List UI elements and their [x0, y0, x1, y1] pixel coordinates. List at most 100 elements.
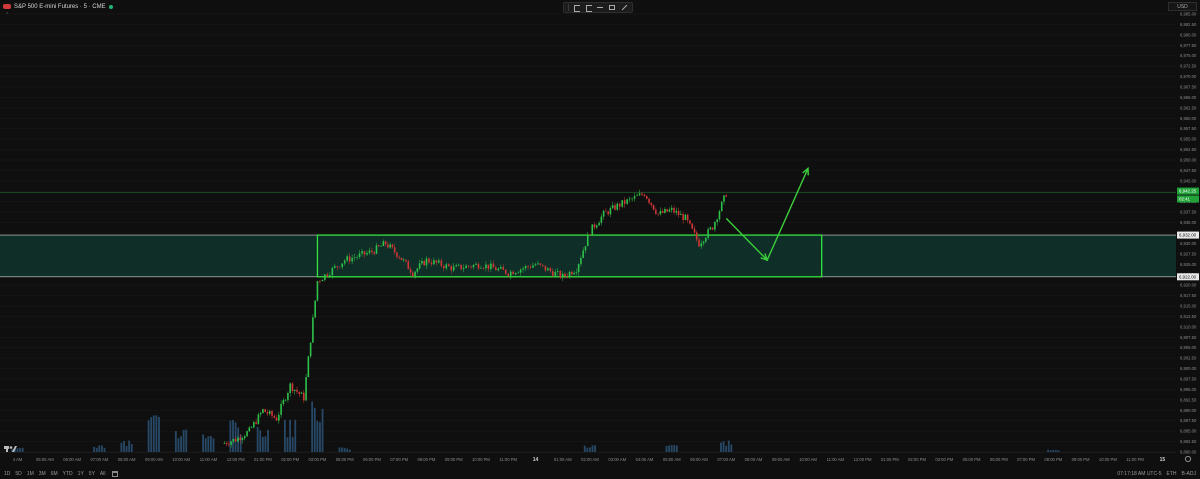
volume-bar — [594, 445, 596, 452]
chart-canvas[interactable]: 6,985.006,982.506,980.006,977.506,975.00… — [0, 0, 1200, 479]
candle-body — [309, 342, 312, 357]
currency-selector[interactable]: USD — [1168, 2, 1197, 11]
volume-bar — [267, 429, 269, 452]
candle-body — [467, 265, 470, 267]
candle-body — [341, 263, 344, 268]
symbol-info[interactable]: S&P 500 E-mini Futures · 5 · CME — [3, 2, 113, 11]
candle-body — [472, 264, 475, 268]
volume-bar — [152, 415, 155, 452]
time-tick-label: 07:00 AM — [717, 457, 735, 462]
candle-body — [230, 441, 232, 445]
candle-body — [605, 210, 607, 212]
volume-bar — [93, 446, 95, 452]
session-toggle[interactable]: ETH — [1167, 470, 1177, 478]
candle-body — [633, 196, 636, 199]
rectangle-icon[interactable] — [608, 4, 616, 11]
candle-body — [433, 260, 435, 265]
candle-body — [421, 260, 423, 264]
volume-bar — [341, 447, 343, 452]
candle-body — [591, 224, 594, 235]
range-button-6m[interactable]: 6M — [51, 470, 58, 478]
candle-body — [324, 274, 326, 280]
time-tick-label: 12:00 PM — [854, 457, 872, 462]
time-tick-label: 05:00 AM — [663, 457, 681, 462]
candle-body — [580, 257, 582, 265]
candle-body — [382, 241, 385, 247]
candle-body — [287, 392, 289, 400]
volume-bars — [11, 401, 1060, 452]
candle-body — [547, 268, 549, 271]
adjustment-toggle[interactable]: B-ADJ — [1182, 470, 1196, 478]
candle-body — [700, 243, 703, 247]
candle-body — [641, 193, 643, 195]
candle-body — [278, 414, 280, 421]
volume-bar — [583, 445, 586, 452]
time-tick-label: 08:00 PM — [417, 457, 435, 462]
range-button-ytd[interactable]: YTD — [63, 470, 73, 478]
candle-body — [504, 269, 507, 274]
time-tick-label: 09:00 AM — [772, 457, 790, 462]
status-right: 07:17:18 AM UTC-5 ETH B-ADJ — [1117, 470, 1196, 478]
volume-bar — [1052, 449, 1055, 452]
time-tick-label: 12:00 PM — [227, 457, 245, 462]
candle-body — [259, 412, 262, 415]
candle-body — [409, 269, 412, 273]
price-tick-label: 6,980.00 — [1180, 32, 1197, 37]
candle-body — [298, 391, 301, 394]
volume-bar — [1049, 450, 1052, 452]
candle-body — [440, 260, 443, 266]
horizontal-line-icon[interactable] — [596, 4, 604, 11]
candle-body — [305, 377, 307, 401]
price-tick-label: 6,890.00 — [1180, 408, 1197, 413]
volume-bar — [232, 419, 234, 452]
candle-body — [284, 399, 287, 401]
candle-body — [718, 211, 721, 220]
time-tick-label: 07:00 PM — [1017, 457, 1035, 462]
time-tick-label: 06:00 AM — [63, 457, 81, 462]
price-tick-label: 6,935.00 — [1180, 220, 1197, 225]
price-tick-label: 6,970.00 — [1180, 74, 1197, 79]
range-button-5d[interactable]: 5D — [15, 470, 21, 478]
volume-bar — [675, 445, 678, 452]
candle-body — [255, 422, 257, 424]
candle-body — [711, 227, 714, 230]
price-tick-label: 6,960.00 — [1180, 116, 1197, 121]
collapse-legend-button[interactable]: ⌃ — [5, 12, 9, 18]
time-tick-label: 01:00 AM — [554, 457, 572, 462]
time-tick-label: 04:00 AM — [636, 457, 654, 462]
price-tick-label: 6,955.00 — [1180, 137, 1197, 142]
range-button-5y[interactable]: 5Y — [89, 470, 95, 478]
volume-bar — [19, 448, 22, 452]
range-button-1d[interactable]: 1D — [4, 470, 10, 478]
candle-body — [293, 389, 296, 392]
vertical-bars-icon[interactable] — [573, 4, 581, 12]
candle-body — [470, 266, 472, 268]
candle-body — [428, 258, 430, 263]
range-button-3m[interactable]: 3M — [39, 470, 46, 478]
trend-line-icon[interactable] — [620, 4, 628, 11]
range-button-all[interactable]: All — [100, 470, 106, 478]
time-tick-label: 05:00 PM — [963, 457, 981, 462]
candle-body — [661, 210, 664, 213]
volume-bar — [291, 437, 294, 452]
range-button-1y[interactable]: 1Y — [78, 470, 84, 478]
settings-gear-icon[interactable] — [1184, 455, 1192, 463]
candle-body — [477, 263, 480, 269]
candle-body — [495, 267, 497, 271]
calendar-icon[interactable] — [112, 471, 119, 477]
time-tick-label: 09:00 PM — [1072, 457, 1090, 462]
candle-body — [693, 228, 696, 233]
candle-body — [575, 272, 578, 273]
candle-body — [648, 198, 650, 203]
time-tick-label: 07:00 AM — [91, 457, 109, 462]
volume-bar — [289, 419, 291, 452]
candle-body — [686, 214, 689, 221]
range-button-1m[interactable]: 1M — [27, 470, 34, 478]
vertical-bars-icon[interactable] — [585, 4, 593, 12]
candle-body — [289, 383, 291, 393]
candle-body — [447, 264, 450, 267]
volume-bar — [210, 435, 212, 452]
price-tick-label: 6,925.00 — [1180, 262, 1197, 267]
time-tick-label: 02:00 PM — [281, 457, 299, 462]
candle-body — [418, 263, 421, 269]
